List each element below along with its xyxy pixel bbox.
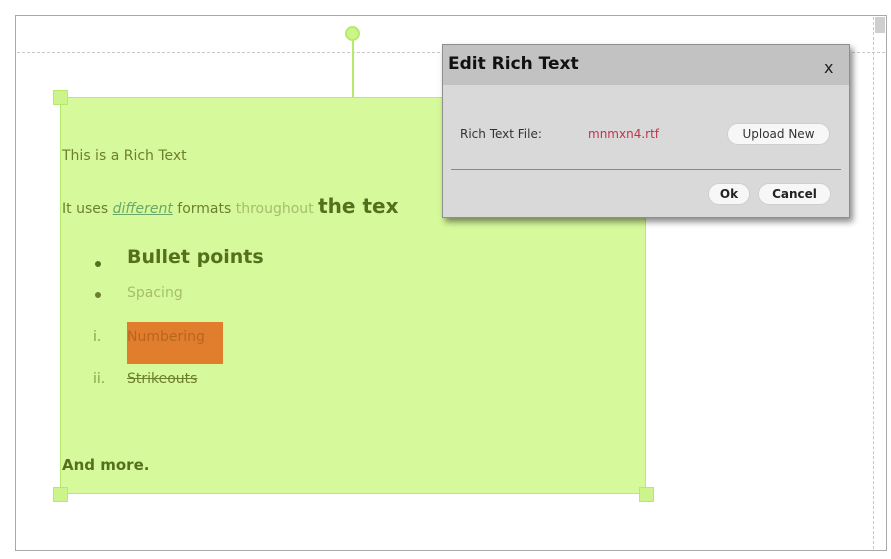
rich-text-line-1: This is a Rich Text — [62, 148, 187, 164]
line2-prefix: It uses — [62, 201, 113, 217]
rich-text-line-2: It uses different formats throughout the… — [62, 194, 398, 218]
edit-rich-text-dialog: Edit Rich Text x Rich Text File: mnmxn4.… — [442, 44, 850, 218]
bullet-item-2: Spacing — [127, 285, 183, 301]
close-icon[interactable]: x — [824, 58, 833, 77]
dialog-title: Edit Rich Text — [448, 54, 579, 74]
file-name: mnmxn4.rtf — [588, 127, 660, 141]
numbered-marker-2: ii. — [93, 371, 106, 387]
line2-the-text: the tex — [318, 194, 399, 218]
cancel-button[interactable]: Cancel — [758, 183, 831, 205]
rich-text-closing: And more. — [62, 456, 150, 474]
dialog-header[interactable]: Edit Rich Text x — [443, 45, 849, 85]
upload-new-button[interactable]: Upload New — [727, 123, 830, 145]
bullet-item-1: Bullet points — [127, 246, 264, 268]
dialog-divider — [451, 169, 841, 170]
resize-handle-bottom-right[interactable] — [639, 487, 654, 502]
bullet-dot — [95, 292, 101, 298]
line2-throughout: throughout — [235, 201, 319, 217]
vertical-guide — [873, 17, 874, 549]
ok-button[interactable]: Ok — [708, 183, 750, 205]
numbered-marker-1: i. — [93, 329, 102, 345]
line2-different: different — [112, 201, 173, 217]
numbered-item-1: Numbering — [127, 329, 205, 345]
scrollbar-thumb[interactable] — [875, 17, 885, 33]
bullet-dot — [95, 261, 101, 267]
resize-handle-bottom-left[interactable] — [53, 487, 68, 502]
file-label: Rich Text File: — [460, 127, 542, 141]
numbered-item-2: Strikeouts — [127, 371, 198, 387]
line2-formats: formats — [172, 201, 236, 217]
rotate-connector — [352, 40, 354, 97]
rotate-handle[interactable] — [345, 26, 360, 41]
resize-handle-top-left[interactable] — [53, 90, 68, 105]
